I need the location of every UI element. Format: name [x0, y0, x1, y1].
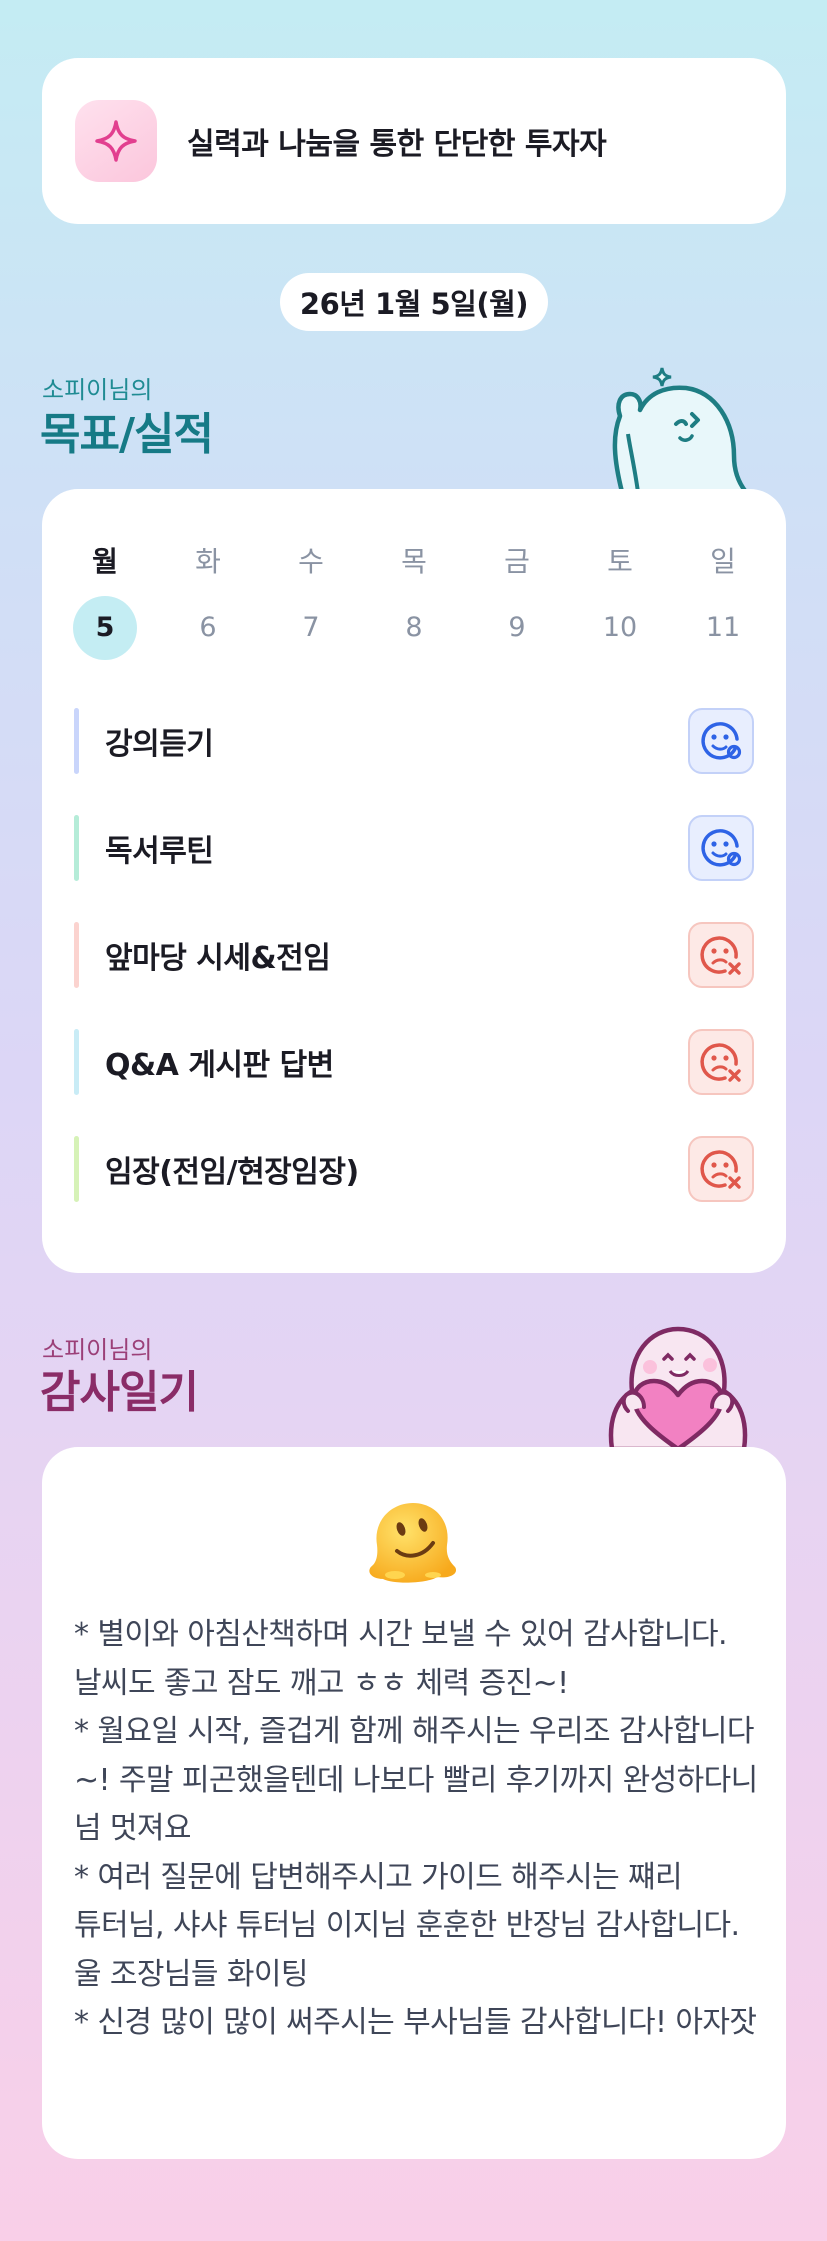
goal-missed-icon[interactable]	[688, 1136, 754, 1202]
goal-done-icon[interactable]	[688, 815, 754, 881]
goal-color-bar	[74, 1136, 79, 1202]
sparkle-icon	[75, 100, 157, 182]
date-11[interactable]: 11	[691, 596, 755, 660]
date-10[interactable]: 10	[588, 596, 652, 660]
weekday-mon: 월	[92, 545, 118, 578]
goal-row[interactable]: 강의듣기	[74, 708, 754, 774]
weekday-sat: 토	[607, 545, 633, 578]
goal-label: 독서루틴	[105, 834, 214, 869]
date-9[interactable]: 9	[485, 596, 549, 660]
goal-label: Q&A 게시판 답변	[105, 1048, 334, 1083]
gratitude-diary-card: * 별이와 아침산책하며 시간 보낼 수 있어 감사합니다. 날씨도 좋고 잠도…	[42, 1447, 786, 2159]
goal-row[interactable]: 앞마당 시세&전임	[74, 922, 754, 988]
goal-label: 앞마당 시세&전임	[105, 941, 331, 976]
date-6[interactable]: 6	[176, 596, 240, 660]
goal-missed-icon[interactable]	[688, 922, 754, 988]
goal-row[interactable]: 독서루틴	[74, 815, 754, 881]
weekday-tue: 화	[195, 545, 221, 578]
date-7[interactable]: 7	[279, 596, 343, 660]
motto-text: 실력과 나눔을 통한 단단한 투자자	[187, 127, 607, 162]
thanks-section-title: 감사일기	[40, 1367, 199, 1418]
mascot-heart-illustration	[608, 1326, 748, 1449]
weekday-sun: 일	[710, 545, 736, 578]
goal-done-icon[interactable]	[688, 708, 754, 774]
date-5[interactable]: 5	[73, 596, 137, 660]
weekday-wed: 수	[298, 545, 324, 578]
goals-section-title: 목표/실적	[40, 409, 214, 460]
goal-row[interactable]: 임장(전임/현장임장)	[74, 1136, 754, 1202]
melting-face-icon	[369, 1503, 457, 1583]
week-date-strip: 5 6 7 8 9 10 11	[73, 596, 755, 660]
goal-label: 임장(전임/현장임장)	[105, 1155, 359, 1190]
goal-color-bar	[74, 1029, 79, 1095]
goal-missed-icon[interactable]	[688, 1029, 754, 1095]
weekday-thu: 목	[401, 545, 427, 578]
weekday-header: 월 화 수 목 금 토 일	[73, 540, 755, 580]
date-8[interactable]: 8	[382, 596, 446, 660]
goal-color-bar	[74, 815, 79, 881]
goal-color-bar	[74, 708, 79, 774]
weekday-fri: 금	[504, 545, 530, 578]
motto-card: 실력과 나눔을 통한 단단한 투자자	[42, 58, 786, 224]
goal-label: 강의듣기	[105, 727, 214, 762]
date-selector[interactable]: 26년 1월 5일(월)	[280, 273, 548, 331]
mascot-wave-illustration	[612, 367, 748, 492]
gratitude-diary-text: * 별이와 아침산책하며 시간 보낼 수 있어 감사합니다. 날씨도 좋고 잠도…	[74, 1617, 758, 2040]
goal-row[interactable]: Q&A 게시판 답변	[74, 1029, 754, 1095]
goal-color-bar	[74, 922, 79, 988]
